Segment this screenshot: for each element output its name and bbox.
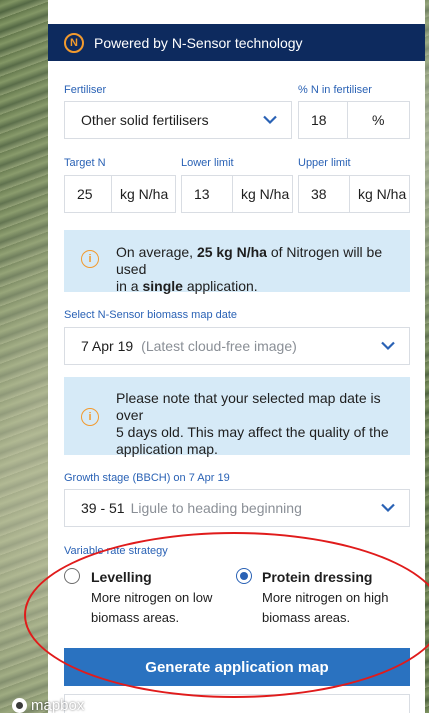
- map-date-hint: (Latest cloud-free image): [141, 338, 297, 354]
- percent-n-field[interactable]: 18 %: [298, 101, 410, 139]
- upper-limit-value: 38: [311, 186, 327, 202]
- target-n-unit: kg N/ha: [111, 176, 175, 212]
- percent-n-label: % N in fertiliser: [298, 84, 372, 96]
- protein-dressing-desc-line: More nitrogen on high: [262, 590, 389, 605]
- upper-limit-field[interactable]: 38 kg N/ha: [298, 175, 410, 213]
- levelling-description: More nitrogen on low biomass areas.: [91, 588, 251, 628]
- percent-n-unit: %: [347, 102, 409, 138]
- target-n-label: Target N: [64, 157, 106, 169]
- levelling-desc-line: More nitrogen on low: [91, 590, 213, 605]
- map-date-warning-text: Please note that your selected map date …: [116, 390, 406, 458]
- levelling-radio[interactable]: [64, 568, 80, 584]
- header-bar: N Powered by N-Sensor technology: [48, 24, 425, 61]
- fertiliser-select[interactable]: Other solid fertilisers: [64, 101, 292, 139]
- target-n-field[interactable]: 25 kg N/ha: [64, 175, 176, 213]
- growth-stage-hint: Ligule to heading beginning: [130, 500, 302, 516]
- info-amount: 25 kg N/ha: [196, 244, 267, 260]
- header-title: Powered by N-Sensor technology: [94, 34, 303, 51]
- next-section-box: [64, 694, 410, 713]
- percent-n-value: 18: [311, 112, 327, 128]
- protein-dressing-desc-line: biomass areas.: [262, 610, 351, 625]
- fertiliser-label: Fertiliser: [64, 84, 107, 96]
- chevron-down-icon: [381, 503, 395, 513]
- protein-dressing-radio[interactable]: [236, 568, 252, 584]
- levelling-title[interactable]: Levelling: [91, 569, 152, 585]
- map-date-select[interactable]: 7 Apr 19 (Latest cloud-free image): [64, 327, 410, 365]
- info-text-segment: On average,: [116, 244, 197, 260]
- map-date-label: Select N-Sensor biomass map date: [64, 309, 238, 321]
- lower-limit-unit: kg N/ha: [232, 176, 292, 212]
- mapbox-text: mapbox: [31, 697, 85, 713]
- growth-stage-label: Growth stage (BBCH) on 7 Apr 19: [64, 472, 230, 484]
- strategy-label: Variable rate strategy: [64, 545, 168, 557]
- protein-dressing-title[interactable]: Protein dressing: [262, 569, 372, 585]
- lower-limit-value: 13: [194, 186, 210, 202]
- upper-limit-label: Upper limit: [298, 157, 351, 169]
- target-n-value: 25: [77, 186, 93, 202]
- growth-stage-value: 39 - 51: [81, 500, 125, 516]
- warning-line: application map.: [116, 441, 218, 457]
- info-text-segment: application.: [182, 278, 258, 294]
- lower-limit-field[interactable]: 13 kg N/ha: [181, 175, 293, 213]
- growth-stage-select[interactable]: 39 - 51 Ligule to heading beginning: [64, 489, 410, 527]
- nitrogen-info-box: i On average, 25 kg N/ha of Nitrogen wil…: [64, 230, 410, 295]
- chevron-down-icon: [381, 341, 395, 351]
- info-text-segment: in a: [116, 278, 143, 294]
- upper-limit-unit: kg N/ha: [349, 176, 409, 212]
- lower-limit-label: Lower limit: [181, 157, 234, 169]
- mapbox-attribution[interactable]: mapbox: [12, 697, 84, 713]
- fertiliser-value: Other solid fertilisers: [81, 112, 209, 128]
- map-date-warning-box: i Please note that your selected map dat…: [64, 377, 410, 458]
- generate-application-map-button[interactable]: Generate application map: [64, 648, 410, 686]
- warning-line: 5 days old. This may affect the quality …: [116, 424, 389, 440]
- levelling-desc-line: biomass areas.: [91, 610, 180, 625]
- chevron-down-icon: [263, 115, 277, 125]
- nitrogen-info-text: On average, 25 kg N/ha of Nitrogen will …: [116, 244, 406, 295]
- info-application-count: single: [142, 278, 183, 294]
- protein-dressing-description: More nitrogen on high biomass areas.: [262, 588, 422, 628]
- info-icon: i: [81, 250, 99, 268]
- n-sensor-logo-icon: N: [64, 32, 84, 53]
- warning-line: Please note that your selected map date …: [116, 390, 381, 423]
- mapbox-logo-icon: [12, 698, 27, 713]
- warning-icon: i: [81, 408, 99, 426]
- map-date-value: 7 Apr 19: [81, 338, 134, 354]
